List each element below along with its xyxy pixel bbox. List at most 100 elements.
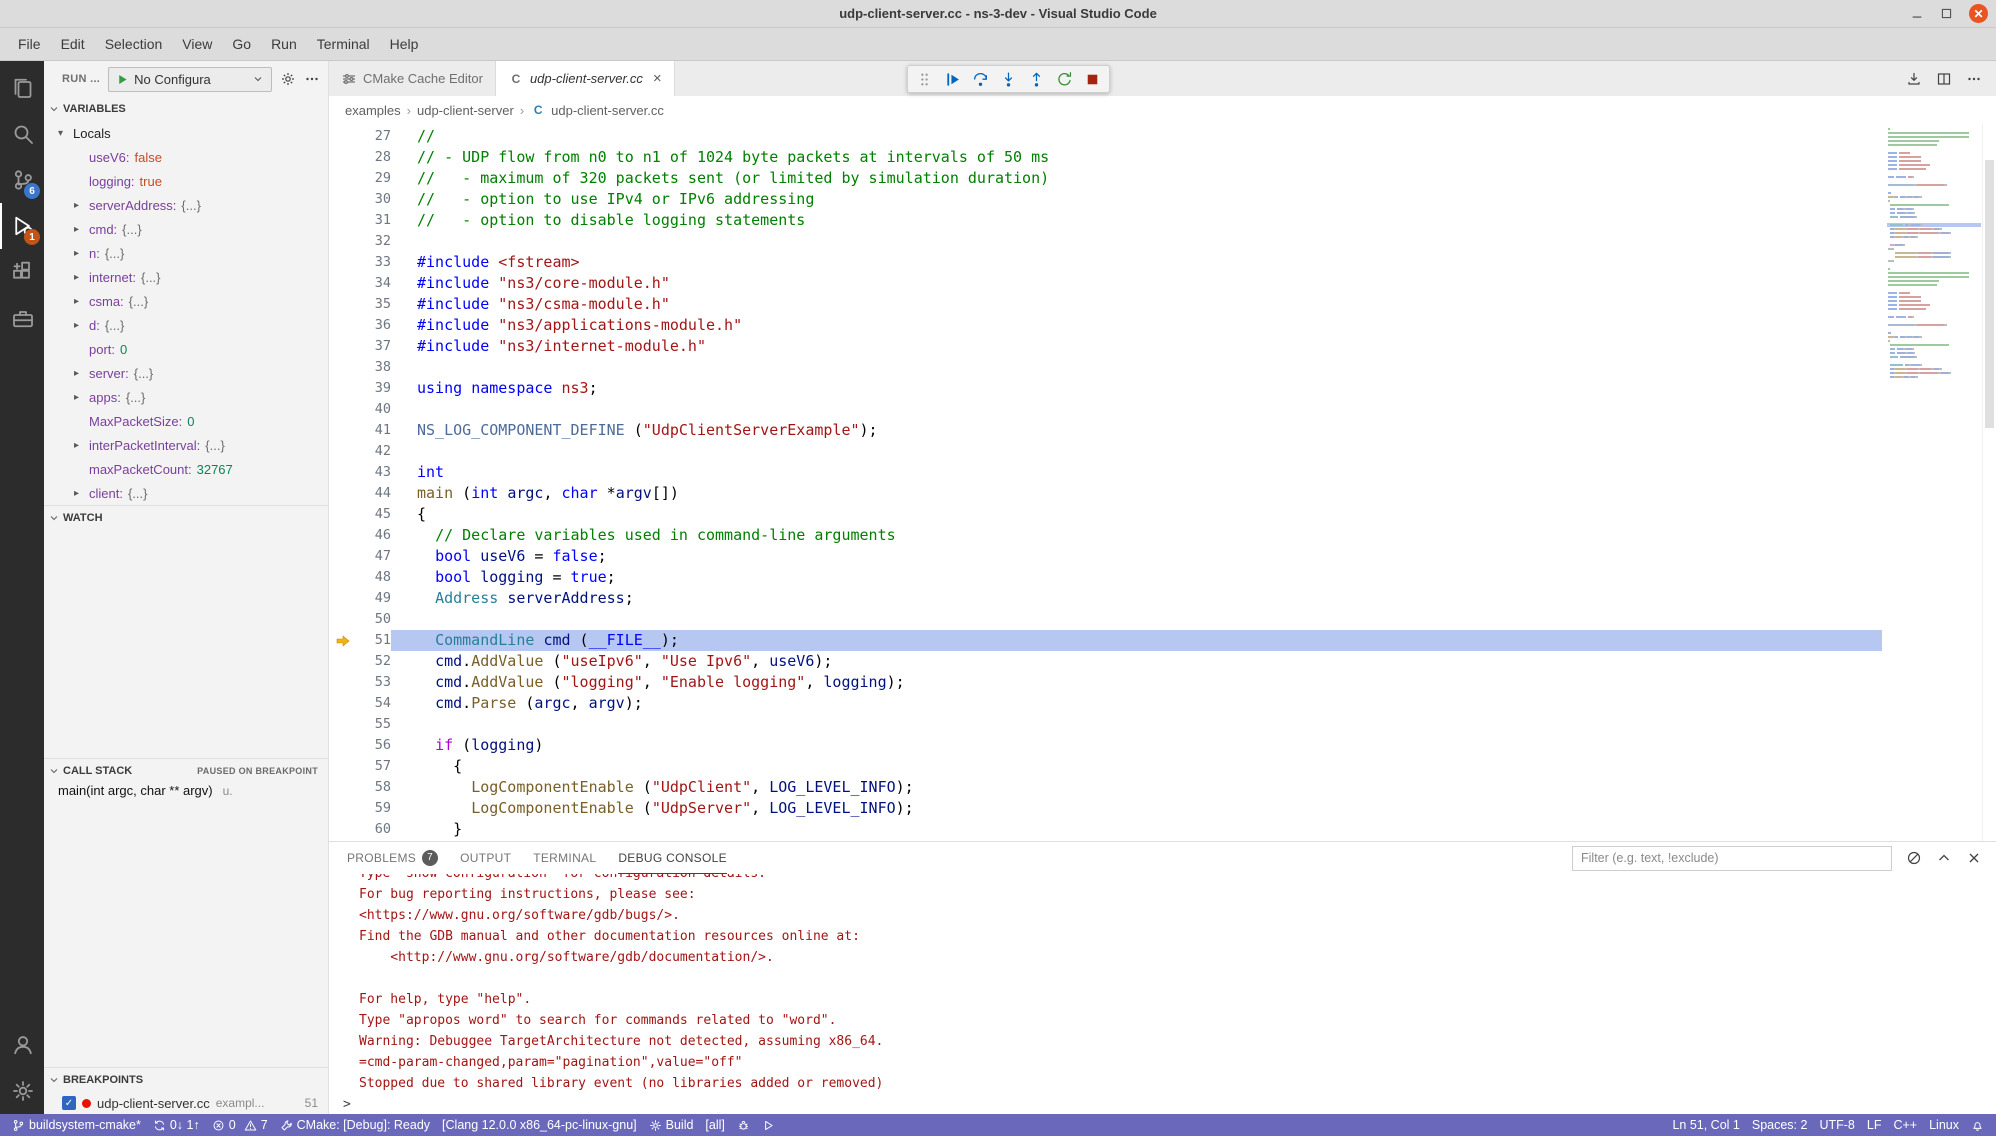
gutter-glyph[interactable] [329,672,357,693]
variable-row-server[interactable]: ▸server:{...} [44,361,328,385]
code-line-51[interactable]: 51 CommandLine cmd (__FILE__); [329,630,1882,651]
activity-bar-item-source-control[interactable]: 6 [0,157,44,203]
code-line-46[interactable]: 46 // Declare variables used in command-… [329,525,1882,546]
breakpoint-checkbox[interactable]: ✓ [62,1096,76,1110]
close-panel-icon[interactable] [1966,850,1982,866]
code-line-35[interactable]: 35#include "ns3/csma-module.h" [329,294,1882,315]
menu-terminal[interactable]: Terminal [307,28,380,60]
menu-help[interactable]: Help [380,28,429,60]
status-problems-errors[interactable]: 0 [206,1114,238,1136]
activity-bar-item-accounts[interactable] [0,1022,44,1068]
gutter-glyph[interactable] [329,441,357,462]
gutter-glyph[interactable] [329,756,357,777]
scrollbar-thumb[interactable] [1985,160,1994,428]
status-remote-os[interactable]: Linux [1923,1118,1965,1132]
code-line-37[interactable]: 37#include "ns3/internet-module.h" [329,336,1882,357]
code-line-54[interactable]: 54 cmd.Parse (argc, argv); [329,693,1882,714]
launch-configuration-dropdown[interactable]: No Configura [108,67,272,92]
activity-bar-item-settings[interactable] [0,1068,44,1114]
gutter-glyph[interactable] [329,462,357,483]
code-line-43[interactable]: 43int [329,462,1882,483]
activity-bar-item-run-and-debug[interactable]: 1 [0,203,44,249]
watch-section-header[interactable]: WATCH [44,506,328,530]
gutter-glyph[interactable] [329,777,357,798]
code-line-39[interactable]: 39using namespace ns3; [329,378,1882,399]
variable-row-internet[interactable]: ▸internet:{...} [44,265,328,289]
clear-console-icon[interactable] [1906,850,1922,866]
menu-run[interactable]: Run [261,28,307,60]
gutter-glyph[interactable] [329,525,357,546]
menu-go[interactable]: Go [222,28,261,60]
code-line-30[interactable]: 30// - option to use IPv4 or IPv6 addres… [329,189,1882,210]
maximize-panel-icon[interactable] [1936,850,1952,866]
activity-bar-item-explorer[interactable] [0,65,44,111]
code-line-28[interactable]: 28// - UDP flow from n0 to n1 of 1024 by… [329,147,1882,168]
gutter-glyph[interactable] [329,609,357,630]
debug-settings-gear-icon[interactable] [280,71,296,87]
code-line-56[interactable]: 56 if (logging) [329,735,1882,756]
status-launch-target[interactable] [756,1114,781,1136]
code-line-32[interactable]: 32 [329,231,1882,252]
code-line-60[interactable]: 60 } [329,819,1882,840]
code-line-47[interactable]: 47 bool useV6 = false; [329,546,1882,567]
code-line-45[interactable]: 45{ [329,504,1882,525]
menu-selection[interactable]: Selection [95,28,173,60]
code-line-27[interactable]: 27// [329,126,1882,147]
gutter-glyph[interactable] [329,189,357,210]
maximize-button[interactable] [1940,7,1953,20]
code-line-52[interactable]: 52 cmd.AddValue ("useIpv6", "Use Ipv6", … [329,651,1882,672]
gutter-glyph[interactable] [329,231,357,252]
status-debug-target[interactable] [731,1114,756,1136]
code-line-41[interactable]: 41NS_LOG_COMPONENT_DEFINE ("UdpClientSer… [329,420,1882,441]
code-line-53[interactable]: 53 cmd.AddValue ("logging", "Enable logg… [329,672,1882,693]
status-eol[interactable]: LF [1861,1118,1888,1132]
menu-view[interactable]: View [172,28,222,60]
status-indentation[interactable]: Spaces: 2 [1746,1118,1814,1132]
code-line-33[interactable]: 33#include <fstream> [329,252,1882,273]
code-line-48[interactable]: 48 bool logging = true; [329,567,1882,588]
debug-current-line-arrow-icon[interactable] [329,630,357,651]
panel-tab-problems[interactable]: PROBLEMS7 [347,842,438,874]
code-line-57[interactable]: 57 { [329,756,1882,777]
status-notifications[interactable] [1965,1119,1990,1132]
close-icon[interactable]: × [653,70,662,87]
variable-row-interPacketInterval[interactable]: ▸interPacketInterval:{...} [44,433,328,457]
status-branch[interactable]: buildsystem-cmake* [6,1114,147,1136]
breadcrumb-item-examples[interactable]: examples [345,103,401,118]
gutter-glyph[interactable] [329,168,357,189]
breadcrumb-item-udp-client-server-cc[interactable]: Cudp-client-server.cc [530,103,664,118]
split-editor-icon[interactable] [1936,71,1952,87]
code-line-34[interactable]: 34#include "ns3/core-module.h" [329,273,1882,294]
gutter-glyph[interactable] [329,651,357,672]
variable-row-logging[interactable]: logging:true [44,169,328,193]
code-line-36[interactable]: 36#include "ns3/applications-module.h" [329,315,1882,336]
variable-row-n[interactable]: ▸n:{...} [44,241,328,265]
more-actions-icon[interactable] [1966,71,1982,87]
breakpoints-section-header[interactable]: BREAKPOINTS [44,1068,328,1092]
gutter-glyph[interactable] [329,357,357,378]
code-line-42[interactable]: 42 [329,441,1882,462]
gutter-glyph[interactable] [329,588,357,609]
gutter-glyph[interactable] [329,399,357,420]
gutter-glyph[interactable] [329,252,357,273]
status-cmake-status[interactable]: CMake: [Debug]: Ready [274,1114,436,1136]
start-debugging-icon[interactable] [116,73,129,86]
panel-tab-terminal[interactable]: TERMINAL [533,842,596,874]
status-sync[interactable]: 0↓ 1↑ [147,1114,206,1136]
gutter-glyph[interactable] [329,210,357,231]
variable-row-port[interactable]: port:0 [44,337,328,361]
code-line-40[interactable]: 40 [329,399,1882,420]
variable-row-apps[interactable]: ▸apps:{...} [44,385,328,409]
code-line-58[interactable]: 58 LogComponentEnable ("UdpClient", LOG_… [329,777,1882,798]
breadcrumb-item-udp-client-server[interactable]: udp-client-server [417,103,514,118]
activity-bar-item-search[interactable] [0,111,44,157]
variable-row-d[interactable]: ▸d:{...} [44,313,328,337]
status-cursor-position[interactable]: Ln 51, Col 1 [1666,1118,1745,1132]
gutter-glyph[interactable] [329,714,357,735]
panel-tab-debug-console[interactable]: DEBUG CONSOLE [618,842,727,874]
panel-tab-output[interactable]: OUTPUT [460,842,511,874]
gutter-glyph[interactable] [329,735,357,756]
status-encoding[interactable]: UTF-8 [1813,1118,1860,1132]
debug-console-input[interactable]: > [343,1094,1996,1114]
scope-locals[interactable]: ▾ Locals [44,121,328,145]
